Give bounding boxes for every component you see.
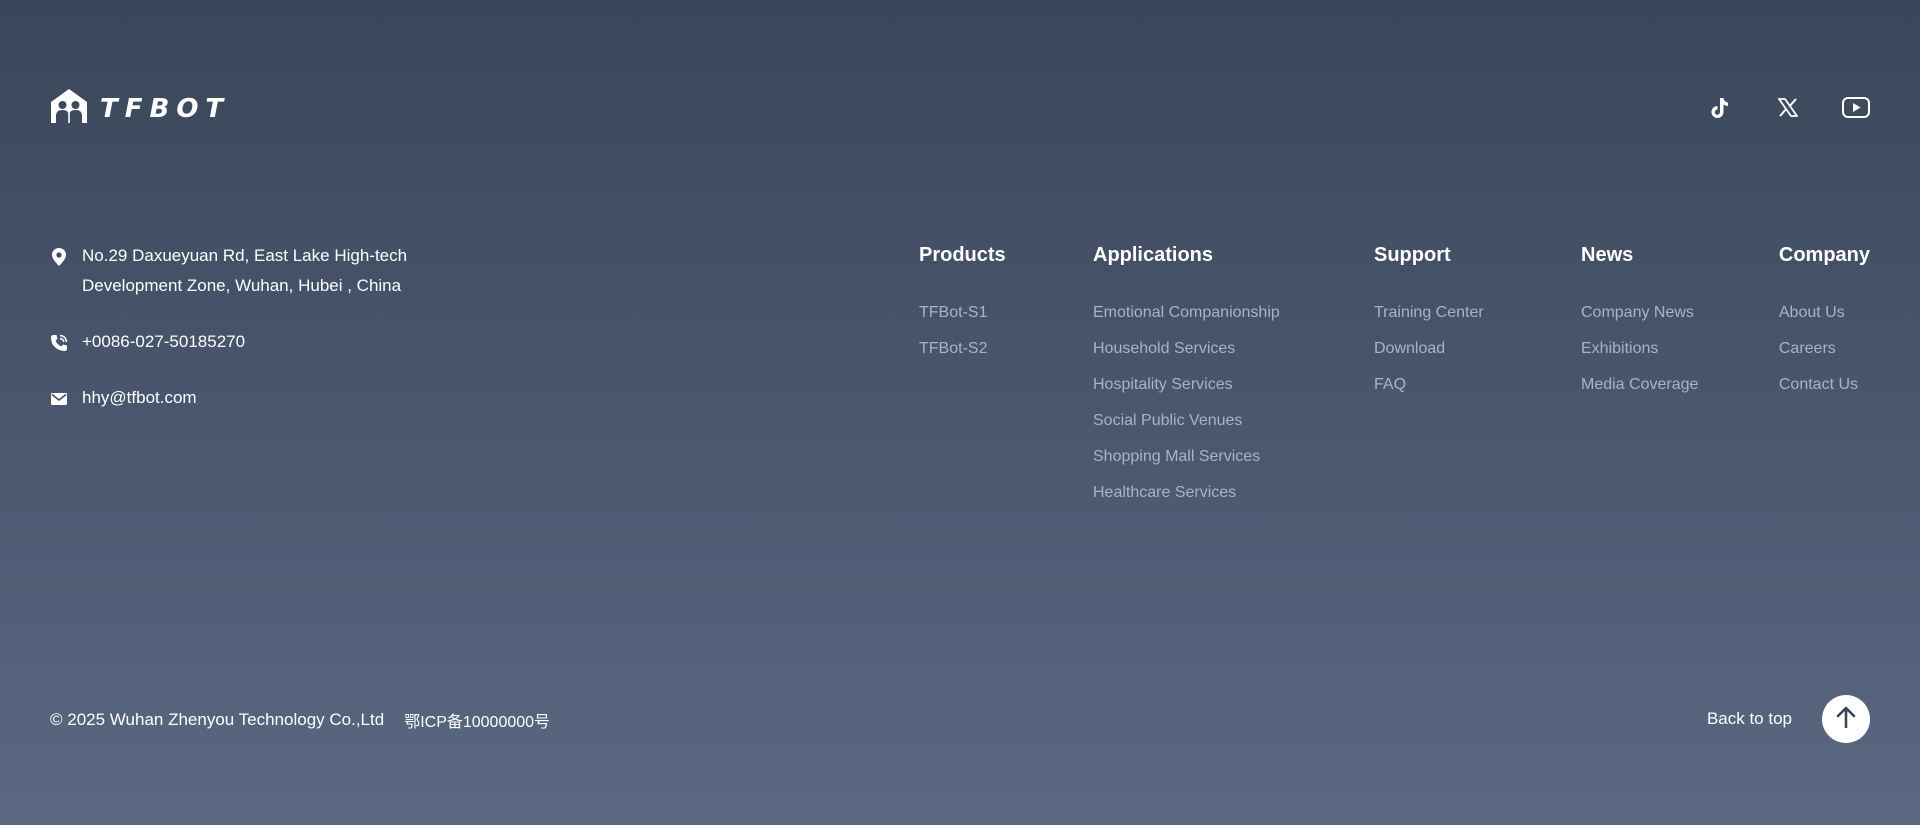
nav-col-applications: Applications Emotional Companionship Hou… (1093, 243, 1280, 519)
nav-link[interactable]: Healthcare Services (1093, 483, 1280, 503)
back-to-top-label[interactable]: Back to top (1707, 709, 1792, 729)
nav-link[interactable]: TFBot-S2 (919, 339, 1006, 359)
nav-col-products: Products TFBot-S1 TFBot-S2 (919, 243, 1006, 375)
nav-col-company: Company About Us Careers Contact Us (1779, 243, 1870, 411)
nav-link[interactable]: Download (1374, 339, 1484, 359)
icp-license-link[interactable]: 鄂ICP备10000000号 (404, 708, 550, 732)
nav-link[interactable]: Emotional Companionship (1093, 303, 1280, 323)
nav-heading-news[interactable]: News (1581, 243, 1698, 267)
nav-link[interactable]: Exhibitions (1581, 339, 1698, 359)
youtube-icon (1842, 97, 1870, 123)
footer-bottom: © 2025 Wuhan Zhenyou Technology Co.,Ltd … (50, 708, 550, 732)
x-icon (1777, 98, 1799, 122)
nav-link[interactable]: Social Public Venues (1093, 411, 1280, 431)
nav-link[interactable]: FAQ (1374, 375, 1484, 395)
back-to-top-button[interactable] (1822, 695, 1870, 743)
brand-logo[interactable]: TFBOT (50, 88, 230, 129)
nav-link[interactable]: About Us (1779, 303, 1870, 323)
social-links (1706, 96, 1870, 124)
footer-nav: Products TFBot-S1 TFBot-S2 Applications … (0, 243, 1920, 543)
youtube-link[interactable] (1842, 96, 1870, 124)
nav-link[interactable]: Household Services (1093, 339, 1280, 359)
nav-link[interactable]: Media Coverage (1581, 375, 1698, 395)
nav-link[interactable]: Training Center (1374, 303, 1484, 323)
copyright-text: © 2025 Wuhan Zhenyou Technology Co.,Ltd (50, 710, 385, 729)
house-family-icon (50, 88, 88, 129)
arrow-up-icon (1836, 706, 1856, 733)
nav-link[interactable]: TFBot-S1 (919, 303, 1006, 323)
nav-heading-products[interactable]: Products (919, 243, 1006, 267)
nav-heading-company[interactable]: Company (1779, 243, 1870, 267)
nav-heading-applications[interactable]: Applications (1093, 243, 1280, 267)
nav-heading-support[interactable]: Support (1374, 243, 1484, 267)
tiktok-icon (1710, 97, 1730, 124)
nav-link[interactable]: Company News (1581, 303, 1698, 323)
brand-name: TFBOT (100, 93, 231, 124)
nav-col-support: Support Training Center Download FAQ (1374, 243, 1484, 411)
nav-col-news: News Company News Exhibitions Media Cove… (1581, 243, 1698, 411)
tiktok-link[interactable] (1706, 96, 1734, 124)
x-link[interactable] (1774, 96, 1802, 124)
nav-link[interactable]: Hospitality Services (1093, 375, 1280, 395)
nav-link[interactable]: Careers (1779, 339, 1870, 359)
nav-link[interactable]: Contact Us (1779, 375, 1870, 395)
nav-link[interactable]: Shopping Mall Services (1093, 447, 1280, 467)
back-to-top: Back to top (1707, 695, 1870, 743)
